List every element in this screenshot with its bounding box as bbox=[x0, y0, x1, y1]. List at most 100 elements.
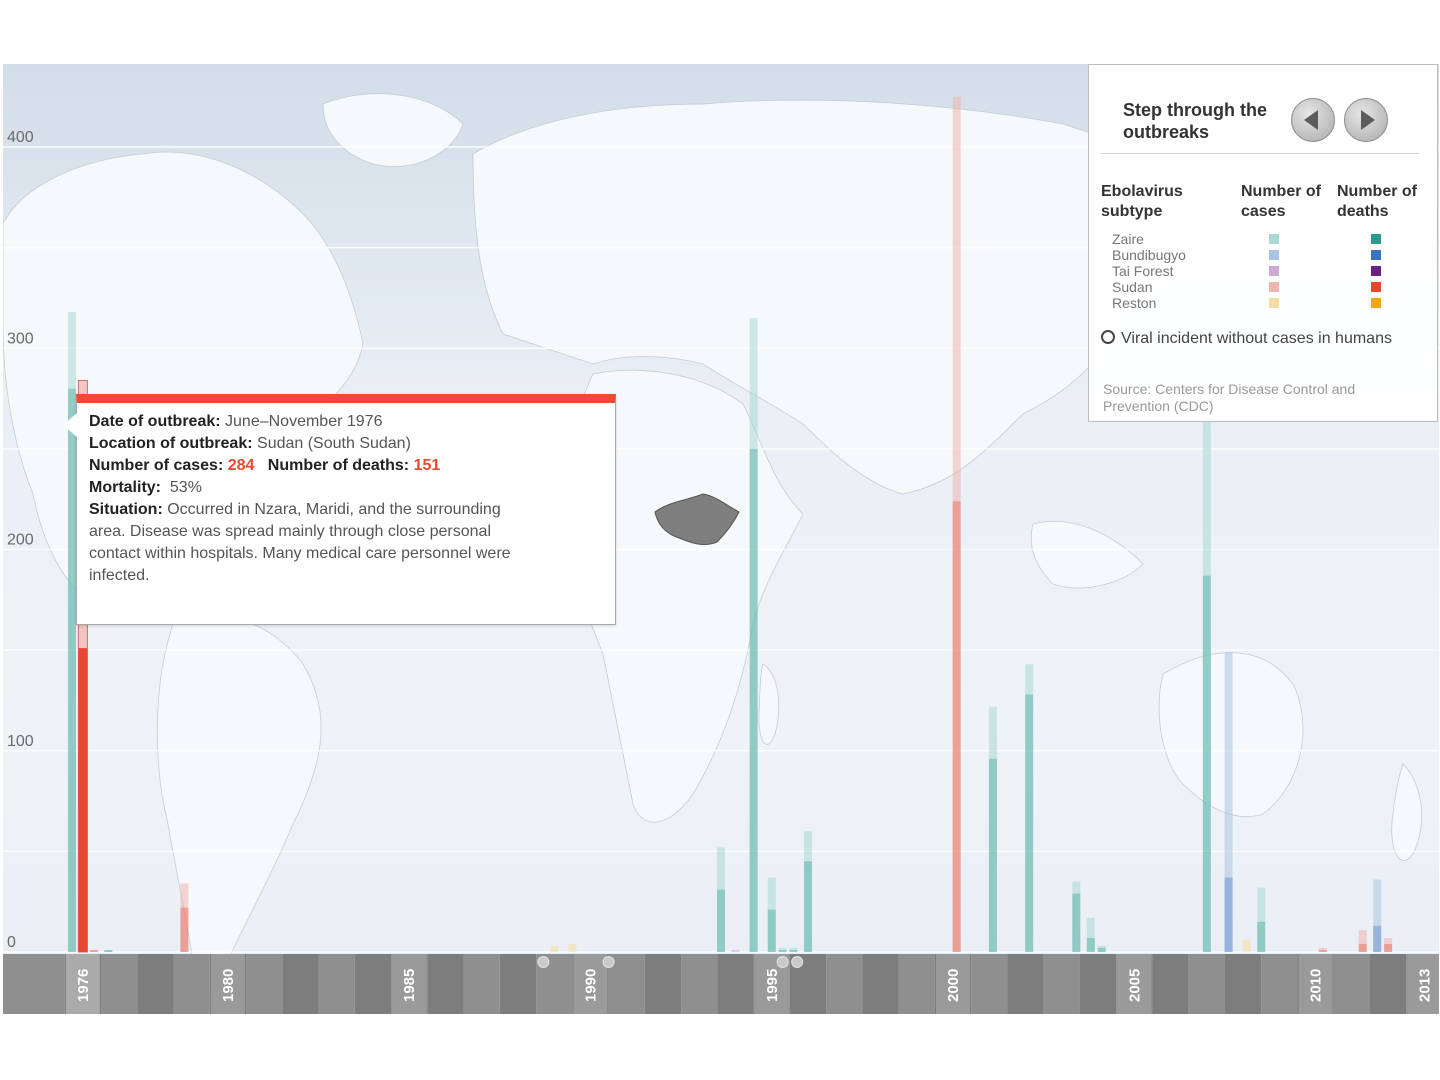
year-label[interactable]: 1995 bbox=[764, 969, 781, 1002]
timeline-year-band[interactable] bbox=[173, 954, 210, 1014]
outbreak-bar[interactable] bbox=[1202, 420, 1211, 952]
outbreak-bar[interactable] bbox=[568, 943, 577, 952]
outbreak-bar[interactable] bbox=[550, 945, 559, 952]
deaths-bar[interactable] bbox=[804, 861, 813, 952]
deaths-bar[interactable] bbox=[1202, 575, 1211, 952]
cases-bar[interactable] bbox=[1242, 939, 1251, 952]
timeline-year-band[interactable] bbox=[463, 954, 500, 1014]
timeline-year-band[interactable] bbox=[717, 954, 754, 1014]
outbreak-bar[interactable] bbox=[789, 947, 798, 952]
no-human-case-marker[interactable] bbox=[537, 956, 550, 968]
timeline-year-band[interactable] bbox=[1188, 954, 1225, 1014]
timeline-year-band[interactable] bbox=[354, 954, 392, 1014]
deaths-bar[interactable] bbox=[1072, 893, 1081, 952]
deaths-bar[interactable] bbox=[1384, 943, 1393, 952]
deaths-bar[interactable] bbox=[1025, 694, 1034, 952]
outbreak-bar[interactable] bbox=[68, 312, 77, 953]
outbreak-bar[interactable] bbox=[778, 947, 787, 952]
deaths-bar[interactable] bbox=[1373, 925, 1382, 952]
outbreak-bar[interactable] bbox=[1242, 939, 1251, 952]
deaths-bar[interactable] bbox=[78, 648, 88, 952]
deaths-bar[interactable] bbox=[1097, 947, 1106, 952]
year-label[interactable]: 1990 bbox=[582, 969, 599, 1002]
timeline-year-band[interactable] bbox=[137, 954, 174, 1014]
timeline-year-band[interactable] bbox=[862, 954, 899, 1014]
deaths-bar[interactable] bbox=[988, 758, 997, 952]
cases-bar[interactable] bbox=[568, 943, 577, 952]
outbreak-bar[interactable] bbox=[1358, 929, 1367, 952]
timeline-year-band[interactable] bbox=[28, 954, 65, 1014]
timeline-year-band[interactable] bbox=[1007, 954, 1044, 1014]
zaire-cases-swatch bbox=[1269, 234, 1279, 244]
deaths-bar[interactable] bbox=[1257, 921, 1266, 952]
timeline-year-band[interactable] bbox=[427, 954, 464, 1014]
previous-outbreak-button[interactable] bbox=[1291, 98, 1335, 142]
deaths-bar[interactable] bbox=[1224, 877, 1233, 952]
deaths-bar[interactable] bbox=[767, 909, 776, 952]
timeline-year-band[interactable] bbox=[282, 954, 319, 1014]
outbreak-bar[interactable] bbox=[1224, 652, 1233, 952]
timeline-year-band[interactable] bbox=[101, 954, 138, 1014]
deaths-bar[interactable] bbox=[749, 448, 758, 952]
deaths-bar[interactable] bbox=[1358, 943, 1367, 952]
cases-bar[interactable] bbox=[731, 949, 740, 952]
year-label[interactable]: 1985 bbox=[401, 969, 418, 1002]
no-human-cases-note: Viral incident without cases in humans bbox=[1101, 330, 1392, 348]
timeline-year-band[interactable] bbox=[1079, 954, 1117, 1014]
reston-cases-swatch bbox=[1269, 298, 1279, 308]
deaths-bar[interactable] bbox=[68, 388, 77, 953]
year-label[interactable]: 2010 bbox=[1308, 969, 1325, 1002]
year-label[interactable]: 2000 bbox=[945, 969, 962, 1002]
year-label[interactable]: 2013 bbox=[1416, 969, 1433, 1002]
outbreak-bar[interactable] bbox=[988, 706, 997, 952]
no-human-case-marker[interactable] bbox=[791, 956, 804, 968]
outbreak-bar[interactable] bbox=[104, 949, 113, 952]
outbreak-bar[interactable] bbox=[89, 949, 98, 952]
outbreak-bar[interactable] bbox=[804, 831, 813, 952]
outbreak-bar[interactable] bbox=[1384, 937, 1393, 952]
timeline-year-band[interactable] bbox=[898, 954, 935, 1014]
timeline-year-band[interactable] bbox=[681, 954, 718, 1014]
deaths-bar[interactable] bbox=[952, 501, 961, 952]
timeline-year-band[interactable] bbox=[318, 954, 355, 1014]
deaths-bar[interactable] bbox=[716, 889, 725, 952]
outbreak-bar[interactable] bbox=[1086, 917, 1095, 952]
deaths-bar[interactable] bbox=[789, 949, 798, 952]
deaths-bar[interactable] bbox=[778, 949, 787, 952]
timeline-year-band[interactable] bbox=[1261, 954, 1298, 1014]
deaths-bar[interactable] bbox=[180, 907, 189, 952]
year-label[interactable]: 1980 bbox=[220, 969, 237, 1002]
outbreak-bar[interactable] bbox=[952, 96, 961, 952]
outbreak-bar[interactable] bbox=[1097, 945, 1106, 952]
outbreak-bar[interactable] bbox=[1373, 879, 1382, 952]
deaths-bar[interactable] bbox=[1086, 937, 1095, 952]
timeline-year-band[interactable] bbox=[246, 954, 283, 1014]
timeline-year-band[interactable] bbox=[1152, 954, 1189, 1014]
next-outbreak-button[interactable] bbox=[1344, 98, 1388, 142]
timeline-year-band[interactable] bbox=[971, 954, 1008, 1014]
year-label[interactable]: 1976 bbox=[75, 969, 92, 1002]
no-human-case-marker[interactable] bbox=[602, 956, 615, 968]
deaths-bar[interactable] bbox=[1318, 949, 1327, 952]
outbreak-bar[interactable] bbox=[1072, 881, 1081, 952]
outbreak-bar[interactable] bbox=[1257, 887, 1266, 952]
outbreak-bar[interactable] bbox=[767, 877, 776, 952]
timeline-year-band[interactable] bbox=[826, 954, 863, 1014]
timeline-year-band[interactable] bbox=[499, 954, 537, 1014]
outbreak-bar[interactable] bbox=[1025, 664, 1034, 952]
timeline-year-band[interactable] bbox=[1369, 954, 1407, 1014]
deaths-bar[interactable] bbox=[89, 949, 98, 952]
deaths-bar[interactable] bbox=[104, 949, 113, 952]
outbreak-bar[interactable] bbox=[180, 883, 189, 952]
year-label[interactable]: 2005 bbox=[1126, 969, 1143, 1002]
cases-bar[interactable] bbox=[550, 945, 559, 952]
timeline-year-band[interactable] bbox=[1043, 954, 1080, 1014]
outbreak-bar[interactable] bbox=[731, 949, 740, 952]
outbreak-bar[interactable] bbox=[716, 847, 725, 952]
timeline-year-band[interactable] bbox=[1333, 954, 1370, 1014]
timeline-year-band[interactable] bbox=[1224, 954, 1262, 1014]
timeline-year-band[interactable] bbox=[644, 954, 682, 1014]
outbreak-bar[interactable] bbox=[1318, 947, 1327, 952]
outbreak-bar[interactable] bbox=[749, 318, 758, 952]
no-human-case-marker[interactable] bbox=[776, 956, 789, 968]
